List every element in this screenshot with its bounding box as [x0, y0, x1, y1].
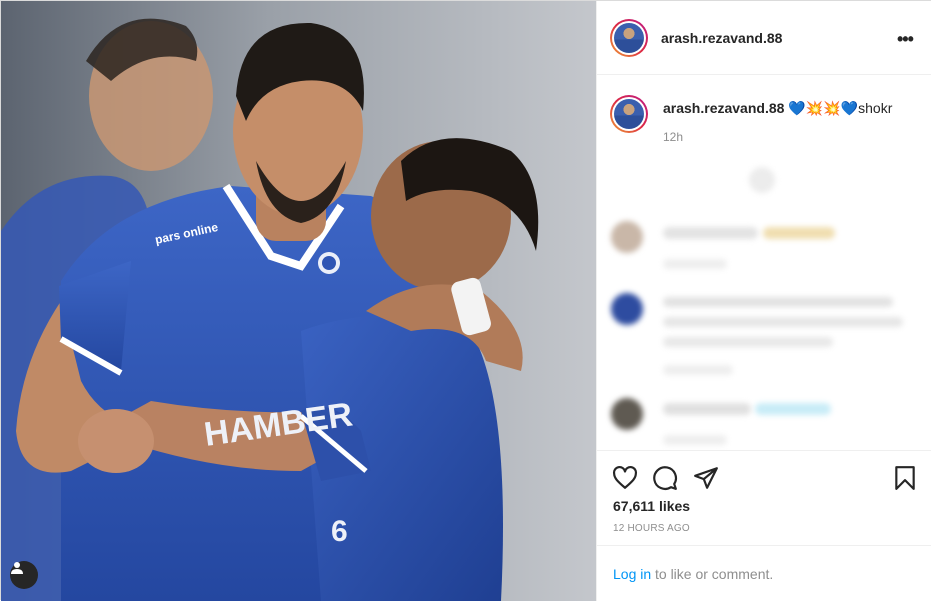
- comments-loading-spinner: [749, 167, 775, 193]
- user-tag-icon: [11, 562, 23, 574]
- caption-avatar[interactable]: [610, 95, 648, 133]
- caption-username[interactable]: arash.rezavand.88: [663, 100, 784, 116]
- caption-time: 12h: [663, 130, 684, 144]
- caption-text: shokr: [858, 100, 893, 116]
- comment-icon[interactable]: [652, 465, 678, 491]
- user-tag-button[interactable]: [10, 561, 38, 589]
- post-dialog: pars online HAMBER 6 arash.rezavand.88 •…: [0, 0, 931, 601]
- author-avatar[interactable]: [610, 19, 648, 57]
- login-prompt: Log in to like or comment.: [597, 545, 931, 602]
- post-header: arash.rezavand.88 •••: [597, 1, 931, 75]
- post-side-panel: arash.rezavand.88 ••• arash.rezavand.88 💙…: [596, 1, 931, 601]
- post-actions: 67,611 likes 12 HOURS AGO: [597, 450, 931, 546]
- share-icon[interactable]: [693, 465, 719, 491]
- football-players-illustration: pars online HAMBER 6: [1, 1, 596, 601]
- more-icon[interactable]: •••: [897, 29, 914, 50]
- login-link[interactable]: Log in: [613, 566, 651, 582]
- heart-icon[interactable]: [612, 465, 638, 491]
- post-time-ago[interactable]: 12 HOURS AGO: [613, 523, 690, 534]
- post-photo[interactable]: pars online HAMBER 6: [1, 1, 596, 601]
- bookmark-icon[interactable]: [892, 465, 918, 491]
- caption-emoji: 💙💥💥💙: [788, 100, 859, 116]
- login-prompt-text: to like or comment.: [655, 566, 774, 582]
- caption: arash.rezavand.88 💙💥💥💙shokr: [663, 100, 892, 117]
- jersey-number: 6: [331, 515, 348, 548]
- author-username[interactable]: arash.rezavand.88: [661, 30, 782, 46]
- likes-count[interactable]: 67,611 likes: [613, 498, 690, 514]
